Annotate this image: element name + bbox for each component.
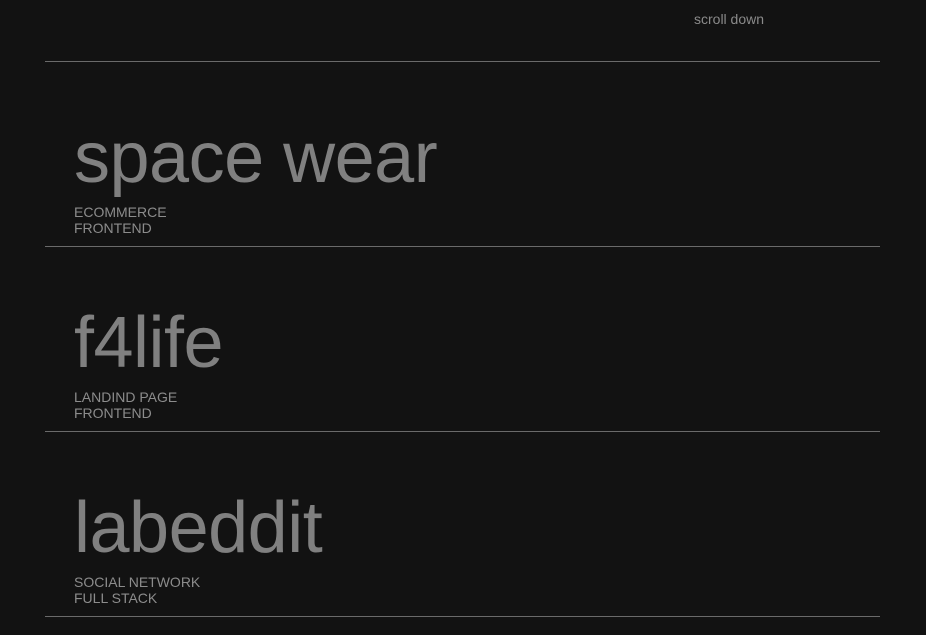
project-tag-stack: FULL STACK [74, 590, 158, 606]
project-space-wear[interactable]: space wear ECOMMERCE FRONTEND [45, 62, 880, 247]
project-tag-stack: FRONTEND [74, 405, 152, 421]
project-tag-category: SOCIAL NETWORK [74, 574, 201, 590]
divider [45, 616, 880, 617]
project-tags: LANDIND PAGE FRONTEND [74, 389, 177, 421]
project-title[interactable]: space wear [74, 122, 438, 194]
portfolio-page: scroll down space wear ECOMMERCE FRONTEN… [0, 0, 926, 635]
scroll-down-hint[interactable]: scroll down [694, 11, 764, 27]
project-tags: SOCIAL NETWORK FULL STACK [74, 574, 200, 606]
project-f4life[interactable]: f4life LANDIND PAGE FRONTEND [45, 247, 880, 432]
project-tag-category: LANDIND PAGE [74, 389, 178, 405]
project-tag-category: ECOMMERCE [74, 204, 167, 220]
project-labeddit[interactable]: labeddit SOCIAL NETWORK FULL STACK [45, 432, 880, 617]
project-title[interactable]: f4life [74, 307, 224, 379]
project-tag-stack: FRONTEND [74, 220, 152, 236]
project-title[interactable]: labeddit [74, 492, 323, 564]
project-tags: ECOMMERCE FRONTEND [74, 204, 167, 236]
